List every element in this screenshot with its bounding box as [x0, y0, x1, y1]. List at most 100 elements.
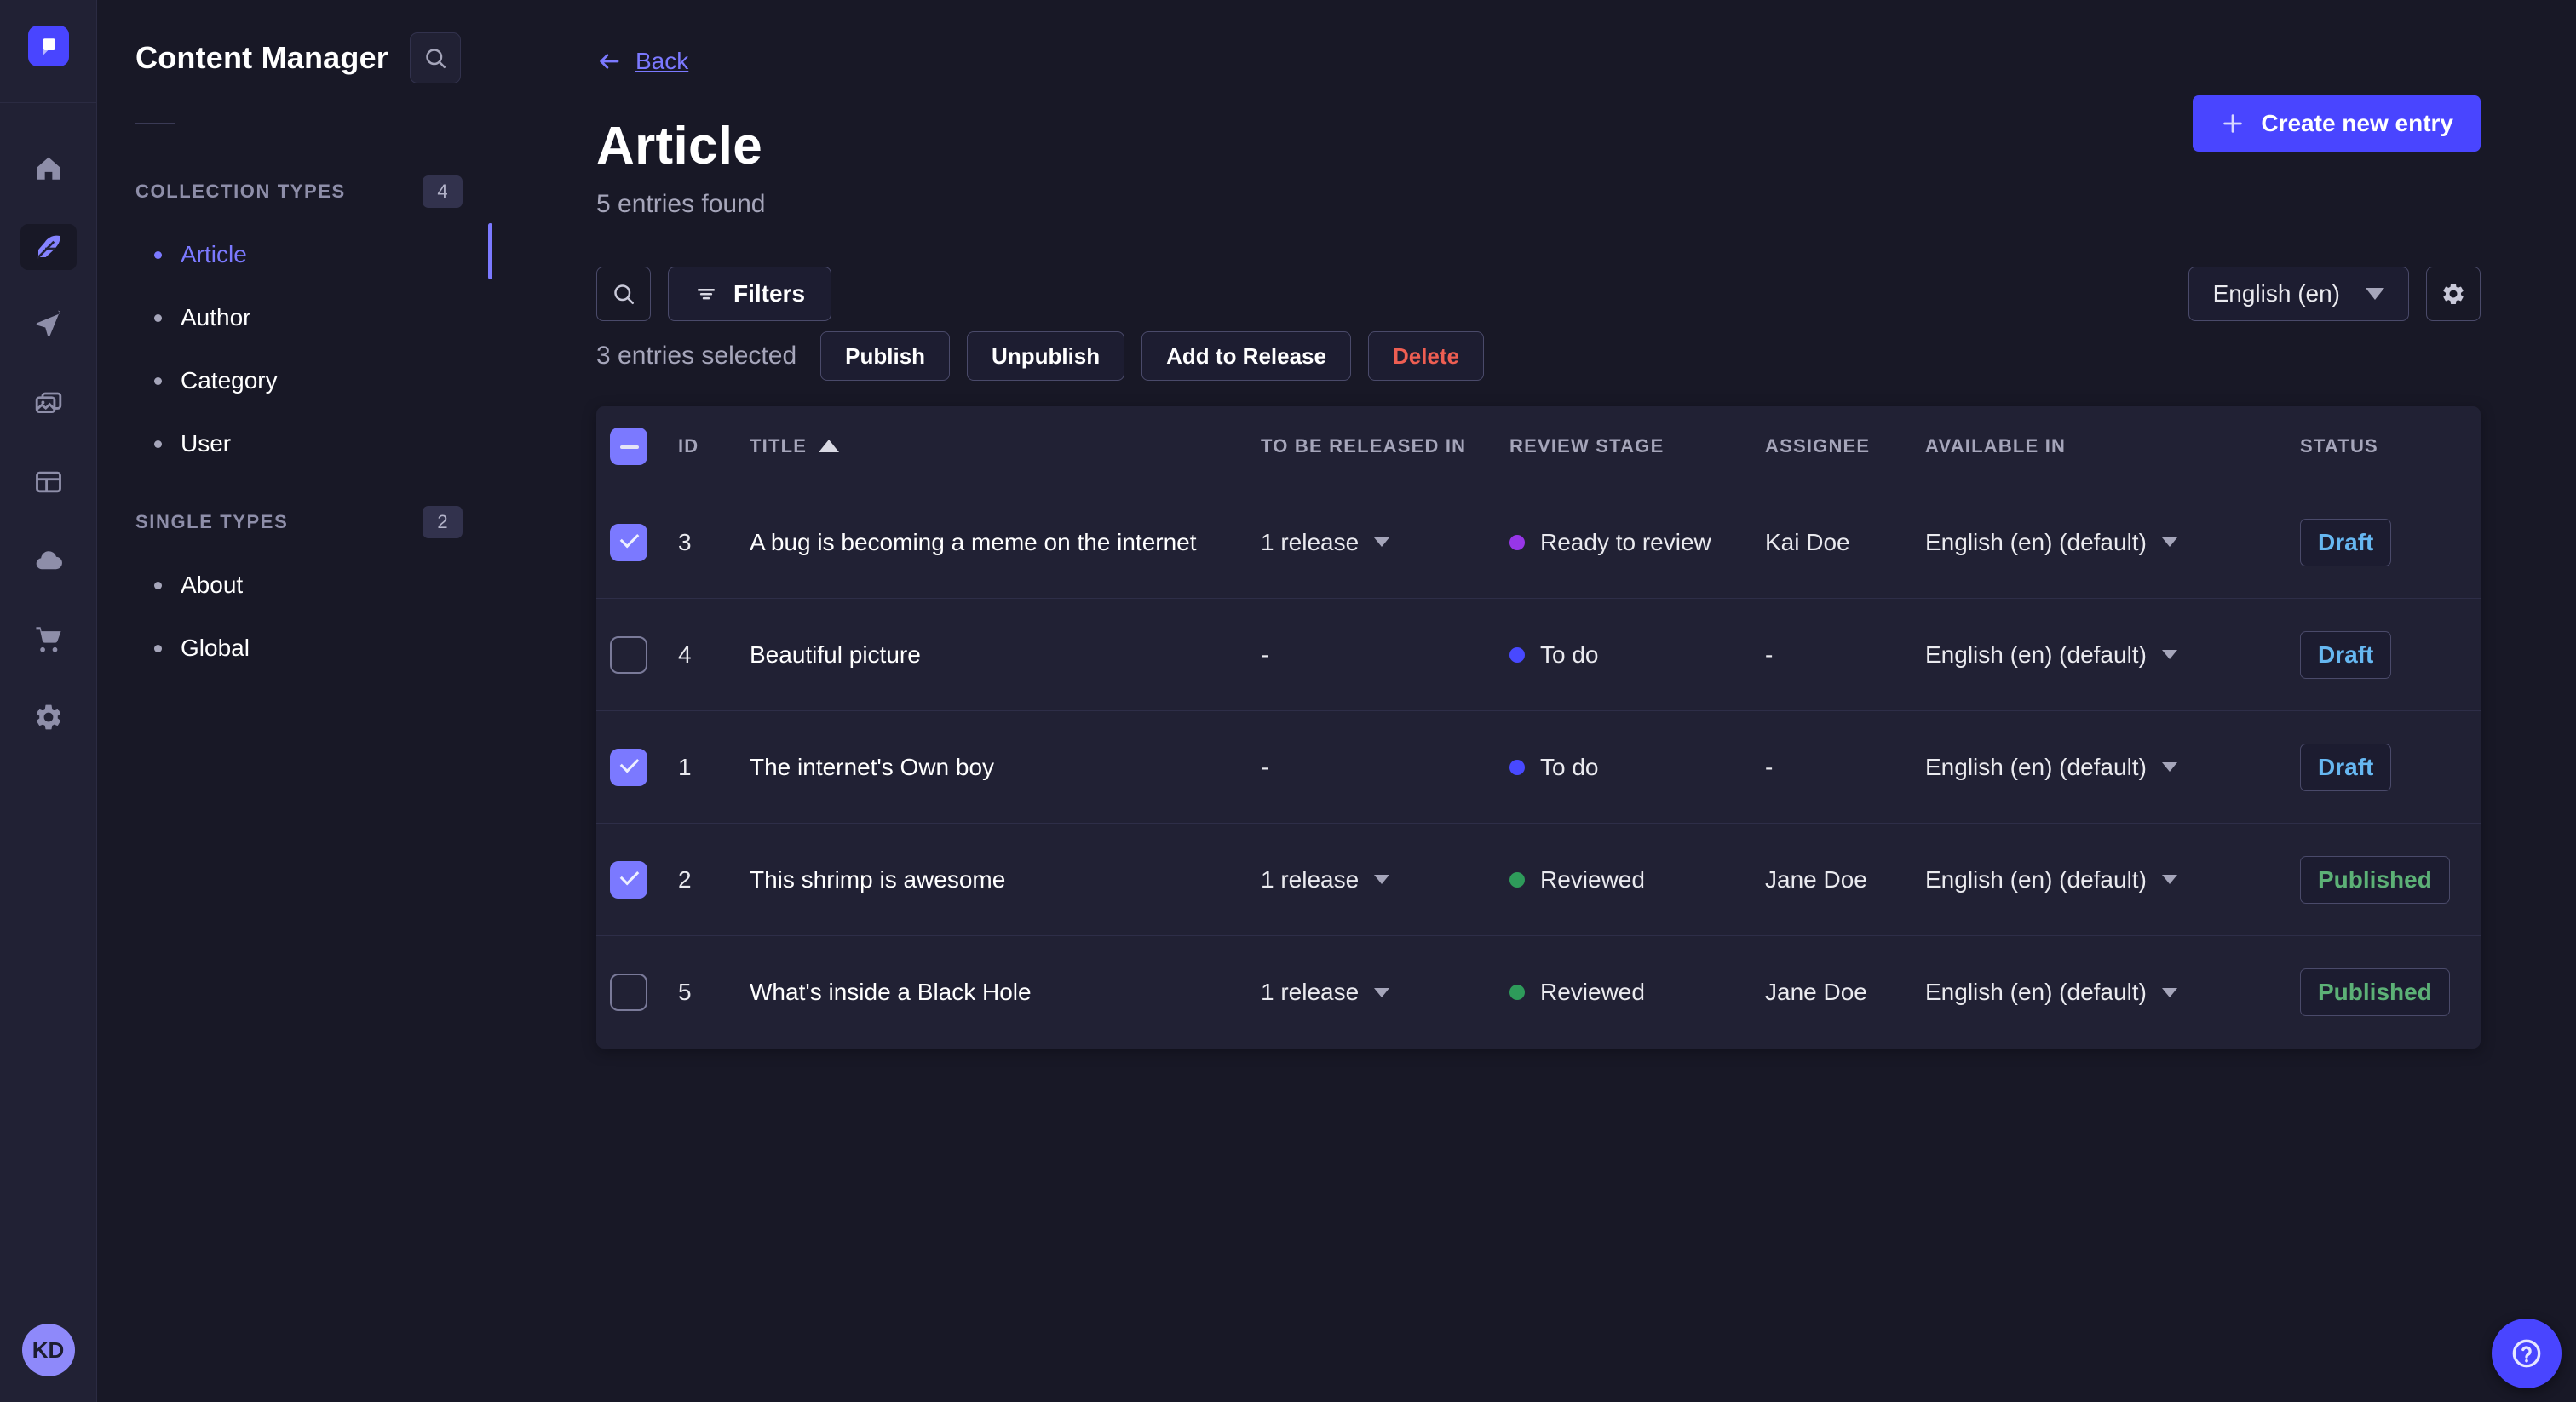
plus-icon	[2220, 111, 2245, 136]
locale-dropdown[interactable]: English (en) (default)	[1925, 866, 2300, 893]
column-header-to-be-released-in: TO BE RELEASED IN	[1261, 434, 1467, 457]
content-type-builder-icon[interactable]	[20, 459, 77, 505]
chevron-down-icon	[2161, 650, 2177, 659]
status-cell: Draft	[2300, 518, 2481, 566]
content-manager-icon[interactable]	[20, 224, 77, 270]
sidebar-item-author[interactable]: Author	[98, 286, 492, 349]
settings-icon[interactable]	[20, 694, 77, 740]
rail-bottom: KD	[0, 1301, 97, 1402]
release-dropdown[interactable]: 1 release	[1261, 979, 1509, 1006]
strapi-logo[interactable]	[27, 26, 69, 66]
status-badge: Draft	[2300, 630, 2392, 679]
column-header-review-stage: REVIEW STAGE	[1509, 434, 1665, 457]
subnav-section: SINGLE TYPES 2 About Global	[98, 506, 492, 680]
sidebar-item-user[interactable]: User	[98, 412, 492, 475]
title-cell: A bug is becoming a meme on the internet	[750, 528, 1197, 555]
row-checkbox[interactable]	[610, 860, 647, 899]
locale-dropdown[interactable]: English (en) (default)	[1925, 754, 2300, 781]
create-new-entry-label: Create new entry	[2261, 110, 2453, 136]
status-badge: Draft	[2300, 743, 2392, 791]
locale-select[interactable]: English (en)	[2188, 267, 2409, 321]
status-badge: Published	[2300, 855, 2450, 904]
row-checkbox[interactable]	[610, 748, 647, 786]
filters-button[interactable]: Filters	[668, 267, 832, 321]
stage-dot-icon	[1509, 985, 1525, 1000]
chevron-down-icon	[1374, 875, 1390, 884]
chevron-down-icon	[2161, 537, 2177, 547]
table-row[interactable]: 2 This shrimp is awesome 1 release Reviewed…	[596, 824, 2481, 936]
marketplace-icon[interactable]	[20, 616, 77, 662]
bullet-icon	[154, 376, 162, 385]
section-label: SINGLE TYPES	[135, 511, 289, 532]
back-label: Back	[635, 48, 689, 74]
status-cell: Published	[2300, 855, 2481, 904]
review-stage-cell: Ready to review	[1509, 529, 1765, 556]
assignee-cell: Jane Doe	[1765, 865, 1867, 893]
locale-value: English (en)	[2212, 280, 2340, 307]
search-entries-button[interactable]	[596, 267, 651, 321]
view-settings-button[interactable]	[2426, 267, 2481, 321]
media-library-icon[interactable]	[20, 381, 77, 427]
assignee-cell: Jane Doe	[1765, 979, 1867, 1005]
stage-dot-icon	[1509, 871, 1525, 888]
bullet-icon	[154, 440, 162, 448]
delete-button[interactable]: Delete	[1367, 331, 1485, 381]
locale-dropdown[interactable]: English (en) (default)	[1925, 641, 2300, 669]
sidebar-item-label: Category	[181, 367, 278, 394]
status-badge: Published	[2300, 968, 2450, 1016]
table-row[interactable]: 5 What's inside a Black Hole 1 release Revi…	[596, 936, 2481, 1049]
review-stage-cell: Reviewed	[1509, 866, 1765, 893]
release-dropdown[interactable]: 1 release	[1261, 529, 1509, 556]
assignee-cell: Kai Doe	[1765, 528, 1850, 555]
id-cell: 2	[678, 865, 692, 893]
column-header-assignee: ASSIGNEE	[1765, 434, 1871, 457]
table-row[interactable]: 3 A bug is becoming a meme on the interne…	[596, 486, 2481, 599]
create-new-entry-button[interactable]: Create new entry	[2193, 95, 2481, 152]
table-row[interactable]: 1 The internet's Own boy - To do - English (e…	[596, 711, 2481, 824]
status-badge: Draft	[2300, 518, 2392, 566]
chevron-down-icon	[2161, 875, 2177, 884]
filters-label: Filters	[733, 280, 806, 307]
user-avatar[interactable]: KD	[21, 1324, 75, 1376]
column-header-title[interactable]: TITLE	[750, 435, 1261, 457]
review-stage-cell: To do	[1509, 754, 1765, 781]
chevron-down-icon	[2161, 762, 2177, 772]
release-cell: -	[1261, 641, 1269, 668]
status-cell: Published	[2300, 968, 2481, 1016]
locale-dropdown[interactable]: English (en) (default)	[1925, 979, 2300, 1006]
sidebar-item-article[interactable]: Article	[98, 223, 492, 286]
search-icon	[611, 281, 636, 307]
sort-ascending-icon	[819, 440, 840, 452]
unpublish-button[interactable]: Unpublish	[967, 331, 1125, 381]
filter-icon	[694, 282, 718, 306]
releases-icon[interactable]	[20, 302, 77, 348]
row-checkbox[interactable]	[610, 635, 647, 674]
locale-dropdown[interactable]: English (en) (default)	[1925, 529, 2300, 556]
subnav-title: Content Manager	[135, 40, 389, 75]
sidebar-item-global[interactable]: Global	[98, 617, 492, 680]
gear-icon	[2441, 281, 2466, 307]
help-button[interactable]	[2492, 1319, 2562, 1388]
arrow-left-icon	[596, 49, 622, 74]
chevron-down-icon	[1374, 537, 1390, 547]
back-link[interactable]: Back	[596, 48, 688, 75]
sidebar-item-category[interactable]: Category	[98, 349, 492, 412]
table-row[interactable]: 4 Beautiful picture - To do - English (en) (d…	[596, 599, 2481, 711]
chevron-down-icon	[2161, 987, 2177, 997]
stage-dot-icon	[1509, 646, 1525, 663]
main-nav-rail: KD	[0, 0, 97, 1402]
select-all-checkbox[interactable]	[610, 427, 647, 465]
sidebar-item-about[interactable]: About	[98, 554, 492, 617]
review-stage-cell: Reviewed	[1509, 979, 1765, 1006]
release-dropdown[interactable]: 1 release	[1261, 866, 1509, 893]
subnav-search-button[interactable]	[410, 32, 461, 83]
publish-button[interactable]: Publish	[820, 331, 951, 381]
row-checkbox[interactable]	[610, 974, 647, 1011]
column-header-id: ID	[678, 434, 699, 457]
home-icon[interactable]	[20, 146, 77, 192]
strapi-admin: KD Content Manager COLLECTION TYPES 4 Arti…	[0, 0, 2576, 1402]
stage-dot-icon	[1509, 759, 1525, 775]
cloud-icon[interactable]	[20, 537, 77, 583]
add-to-release-button[interactable]: Add to Release	[1141, 331, 1351, 381]
row-checkbox[interactable]	[610, 523, 647, 561]
